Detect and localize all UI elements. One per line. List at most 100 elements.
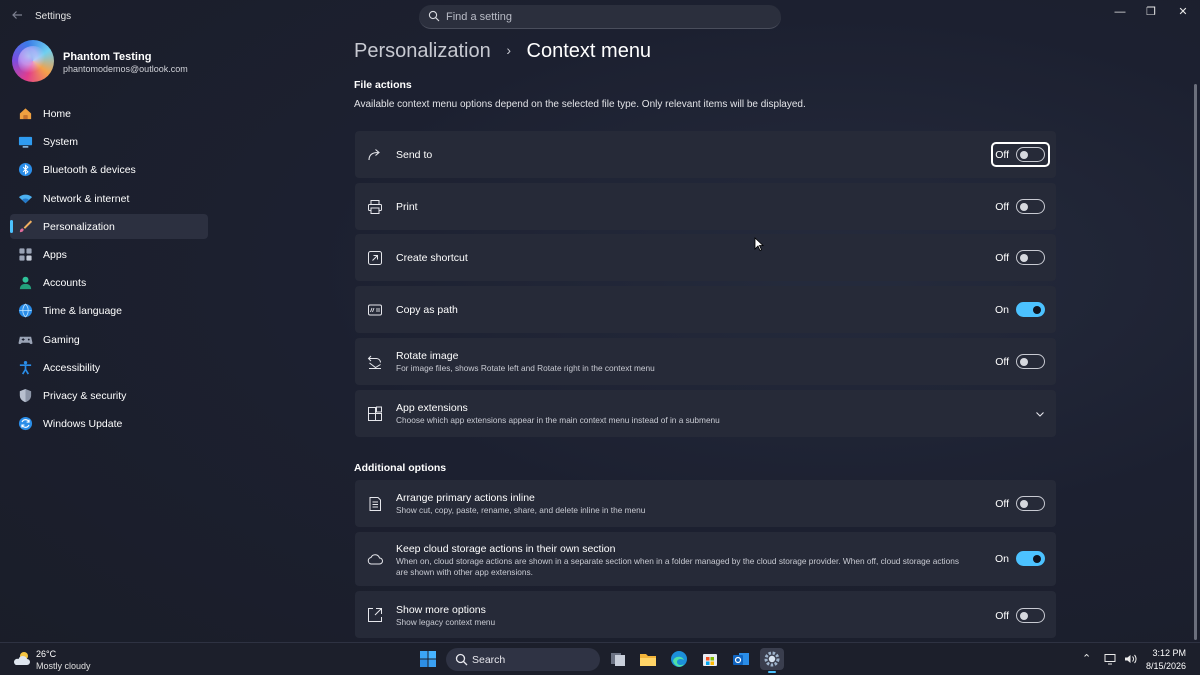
search-icon [455,653,468,666]
show-more-options-toggle[interactable] [1016,608,1045,623]
setting-card-create-shortcut[interactable]: Create shortcut Off [355,234,1056,281]
setting-title: Rotate image [396,350,459,362]
shortcut-icon [368,251,382,265]
section-description: Available context menu options depend on… [354,99,806,110]
title-bar: Settings — ❐ ✕ [0,0,1200,34]
setting-card-rotate-image[interactable]: Rotate image For image files, shows Rota… [355,338,1056,385]
sidebar-item-label: Privacy & security [43,389,127,402]
breadcrumb-separator: › [506,42,511,58]
extensions-icon [368,406,382,421]
breadcrumb-parent-link[interactable]: Personalization [354,40,491,62]
update-icon [18,417,33,431]
sidebar-item-accessibility[interactable]: Accessibility [10,355,208,380]
store-button[interactable] [698,648,722,670]
user-email: phantomodemos@outlook.com [63,64,188,74]
settings-search-box[interactable] [419,5,781,29]
clock-time[interactable]: 3:12 PM [1152,648,1186,658]
start-icon [420,651,436,667]
setting-card-send-to[interactable]: Send to Off [355,131,1056,178]
volume-icon[interactable] [1124,653,1137,665]
app-title: Settings [35,11,72,22]
settings-search-input[interactable] [446,7,766,27]
setting-description: When on, cloud storage actions are shown… [396,556,959,577]
send-to-toggle[interactable] [1016,147,1045,162]
sidebar-item-bluetooth[interactable]: Bluetooth & devices [10,157,208,182]
sidebar-item-label: Gaming [43,333,80,346]
scrollbar[interactable] [1194,84,1197,640]
toggle-state-label: Off [995,356,1009,368]
clock-date[interactable]: 8/15/2026 [1146,661,1186,671]
sidebar-nav: Home System Bluetooth & devices Network … [10,101,208,439]
minimize-button[interactable]: — [1109,4,1131,20]
taskbar: 26°C Mostly cloudy Search ⌃ 3:12 PM 8/15… [0,642,1200,675]
sidebar-item-personalization[interactable]: Personalization [10,213,208,239]
tray-overflow-chevron[interactable]: ⌃ [1082,652,1091,665]
sidebar-item-windows-update[interactable]: Windows Update [10,411,208,436]
setting-card-arrange-inline[interactable]: Arrange primary actions inline Show cut,… [355,480,1056,527]
sidebar-item-apps[interactable]: Apps [10,242,208,267]
taskbar-search[interactable]: Search [446,648,600,671]
setting-title: Copy as path [396,304,458,316]
store-icon [703,654,717,666]
settings-icon [764,651,780,667]
sidebar-item-system[interactable]: System [10,129,208,154]
display-icon[interactable] [1104,653,1116,665]
sidebar-item-label: Network & internet [43,192,130,205]
shield-icon [19,388,32,402]
file-explorer-icon [640,654,656,666]
sidebar-item-privacy[interactable]: Privacy & security [10,383,208,408]
arrange-inline-toggle[interactable] [1016,496,1045,511]
outlook-button[interactable] [729,648,753,670]
setting-title: Keep cloud storage actions in their own … [396,543,616,555]
sidebar-item-gaming[interactable]: Gaming [10,327,208,352]
setting-title: Create shortcut [396,252,468,264]
brush-icon [19,220,33,232]
sidebar-item-time-language[interactable]: Time & language [10,298,208,323]
back-button[interactable] [8,8,26,26]
sidebar-item-network[interactable]: Network & internet [10,186,208,211]
wifi-icon [18,194,33,203]
setting-card-cloud-storage[interactable]: Keep cloud storage actions in their own … [355,532,1056,586]
cloud-icon [367,554,383,565]
print-toggle[interactable] [1016,199,1045,214]
sidebar-item-accounts[interactable]: Accounts [10,270,208,295]
weather-temperature[interactable]: 26°C [36,649,56,659]
list-icon [369,497,381,511]
copy-as-path-toggle[interactable] [1016,302,1045,317]
setting-card-app-extensions[interactable]: App extensions Choose which app extensio… [355,390,1056,437]
create-shortcut-toggle[interactable] [1016,250,1045,265]
gaming-icon [18,336,33,344]
setting-description: Choose which app extensions appear in th… [396,415,720,425]
file-explorer-button[interactable] [636,648,660,670]
setting-title: Send to [396,149,433,161]
toggle-state-label: Off [995,252,1009,264]
task-view-button[interactable] [606,648,630,670]
sidebar-item-home[interactable]: Home [10,101,208,126]
chevron-down-icon[interactable] [1034,408,1046,420]
search-icon [428,10,440,22]
setting-title: Show more options [396,604,486,616]
setting-card-print[interactable]: Print Off [355,183,1056,230]
setting-title: Arrange primary actions inline [396,492,535,504]
globe-icon [18,303,33,318]
sidebar-item-label: Personalization [43,220,115,233]
setting-title: App extensions [396,402,468,414]
cloud-storage-toggle[interactable] [1016,551,1045,566]
avatar[interactable] [12,40,54,82]
toggle-state-label: Off [995,201,1009,213]
start-button[interactable] [416,648,440,670]
toggle-state-label: On [994,304,1009,316]
settings-taskbar-button[interactable] [760,648,784,673]
setting-card-show-more-options[interactable]: Show more options Show legacy context me… [355,591,1056,638]
bluetooth-icon [18,163,33,177]
restore-button[interactable]: ❐ [1140,4,1162,20]
setting-card-copy-as-path[interactable]: Copy as path On [355,286,1056,333]
edge-button[interactable] [667,648,691,670]
taskbar-search-label: Search [472,654,506,666]
weather-condition[interactable]: Mostly cloudy [36,661,91,671]
setting-description: Show cut, copy, paste, rename, share, an… [396,505,646,515]
rotate-image-toggle[interactable] [1016,354,1045,369]
apps-icon [19,248,32,261]
share-arrow-icon [368,149,380,161]
close-button[interactable]: ✕ [1172,4,1194,20]
